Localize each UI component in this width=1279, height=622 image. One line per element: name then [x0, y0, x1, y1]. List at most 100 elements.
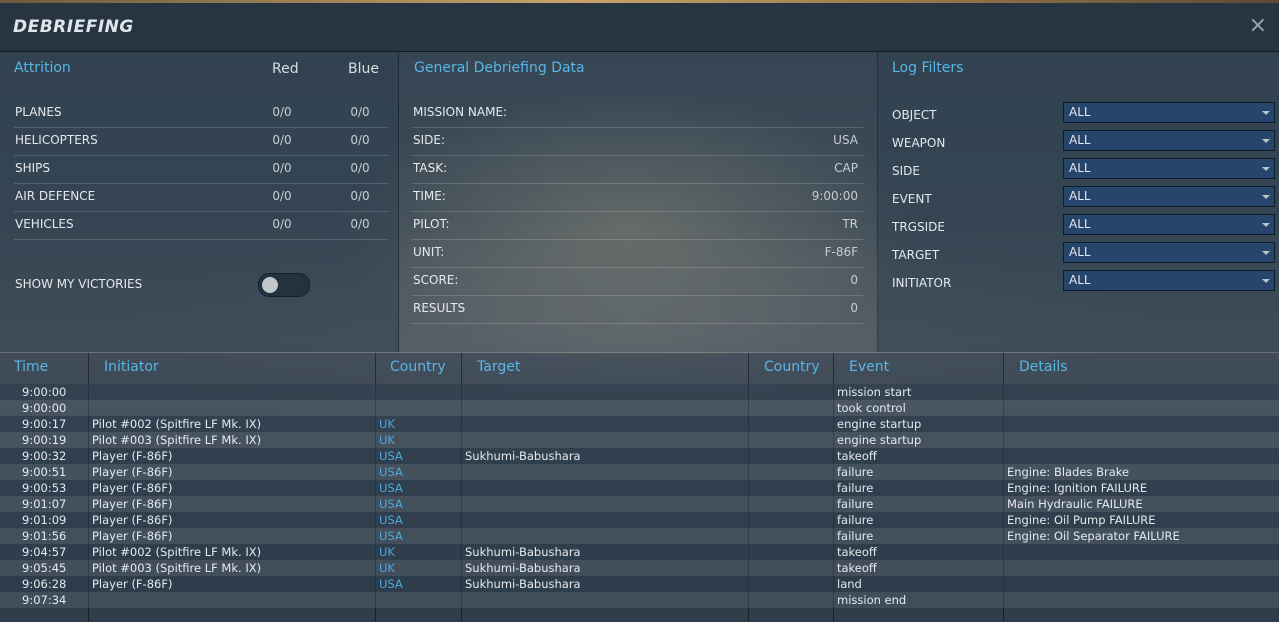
log-time-cell: 9:00:00	[22, 385, 67, 399]
log-event-cell: takeoff	[837, 561, 877, 575]
blue-column-header: Blue	[348, 61, 379, 77]
general-data-value: TR	[842, 217, 858, 231]
column-header-event[interactable]: Event	[849, 359, 889, 375]
table-row[interactable]: 9:00:32 Player (F-86F) USA Sukhumi-Babushar…	[0, 448, 1279, 464]
log-time-cell: 9:07:34	[22, 593, 67, 607]
log-target-cell: Sukhumi-Babushara	[465, 561, 581, 575]
table-row[interactable]: 9:00:19 Pilot #003 (Spitfire LF Mk. IX) UK…	[0, 432, 1279, 448]
blue-count: 0/0	[350, 217, 370, 231]
log-initiator-cell: Player (F-86F)	[92, 449, 173, 463]
filter-dropdown[interactable]: ALL	[1063, 270, 1275, 291]
log-event-cell: failure	[837, 529, 874, 543]
general-data-row: MISSION NAME:	[412, 100, 863, 128]
attrition-category-label: SHIPS	[15, 161, 51, 175]
red-count: 0/0	[272, 189, 292, 203]
general-data-label: TASK:	[413, 161, 448, 175]
table-row[interactable]: 9:00:00 mission start	[0, 384, 1279, 400]
log-event-cell: engine startup	[837, 417, 922, 431]
red-count: 0/0	[272, 105, 292, 119]
log-time-cell: 9:05:45	[22, 561, 67, 575]
log-event-cell: took control	[837, 401, 906, 415]
log-time-cell: 9:00:32	[22, 449, 67, 463]
log-event-cell: failure	[837, 481, 874, 495]
filter-label: TRGSIDE	[892, 220, 945, 234]
column-header-country[interactable]: Country	[390, 359, 446, 375]
log-initiator-cell: Pilot #002 (Spitfire LF Mk. IX)	[92, 417, 262, 431]
log-event-cell: engine startup	[837, 433, 922, 447]
attrition-category-label: VEHICLES	[15, 217, 74, 231]
filter-selected-value: ALL	[1069, 161, 1091, 175]
event-log-table: Time Initiator Country Target Country Ev…	[0, 353, 1279, 622]
title-bar: DEBRIEFING ×	[0, 3, 1279, 52]
general-data-row: TIME: 9:00:00	[412, 184, 863, 212]
blue-count: 0/0	[350, 105, 370, 119]
chevron-down-icon	[1262, 223, 1270, 227]
show-victories-label: SHOW MY VICTORIES	[15, 277, 143, 291]
log-time-cell: 9:00:53	[22, 481, 67, 495]
general-debriefing-panel: General Debriefing Data MISSION NAME: SID…	[399, 52, 878, 352]
log-details-cell: Engine: Oil Separator FAILURE	[1007, 529, 1180, 543]
log-time-cell: 9:06:28	[22, 577, 67, 591]
red-column-header: Red	[272, 61, 299, 77]
filter-row: SIDE ALL	[891, 158, 1275, 185]
log-country-cell: USA	[379, 513, 403, 527]
filter-selected-value: ALL	[1069, 133, 1091, 147]
table-row[interactable]: 9:00:53 Player (F-86F) USA failure Engine: I…	[0, 480, 1279, 496]
log-details-cell: Engine: Oil Pump FAILURE	[1007, 513, 1156, 527]
log-time-cell: 9:04:57	[22, 545, 67, 559]
general-data-value: CAP	[834, 161, 858, 175]
filter-dropdown[interactable]: ALL	[1063, 102, 1275, 123]
attrition-row: HELICOPTERS 0/0 0/0	[14, 128, 388, 156]
attrition-category-label: HELICOPTERS	[15, 133, 98, 147]
table-row[interactable]: 9:00:17 Pilot #002 (Spitfire LF Mk. IX) UK…	[0, 416, 1279, 432]
close-icon[interactable]: ×	[1249, 13, 1267, 39]
table-row[interactable]: 9:01:07 Player (F-86F) USA failure Main Hydr…	[0, 496, 1279, 512]
filter-dropdown[interactable]: ALL	[1063, 186, 1275, 207]
table-row[interactable]: 9:05:45 Pilot #003 (Spitfire LF Mk. IX) UK…	[0, 560, 1279, 576]
show-victories-toggle[interactable]	[258, 273, 310, 297]
column-header-target[interactable]: Target	[477, 359, 520, 375]
red-count: 0/0	[272, 217, 292, 231]
table-row[interactable]: 9:07:34 mission end	[0, 592, 1279, 608]
table-row[interactable]: 9:00:51 Player (F-86F) USA failure Engine: B…	[0, 464, 1279, 480]
chevron-down-icon	[1262, 167, 1270, 171]
filter-dropdown[interactable]: ALL	[1063, 214, 1275, 235]
log-filters-panel: Log Filters OBJECT ALL WEAPON ALL SIDE ALL EVE…	[878, 52, 1279, 352]
filter-dropdown[interactable]: ALL	[1063, 130, 1275, 151]
filter-dropdown[interactable]: ALL	[1063, 242, 1275, 263]
attrition-heading: Attrition	[14, 60, 71, 76]
table-row[interactable]: 9:01:09 Player (F-86F) USA failure Engine: O…	[0, 512, 1279, 528]
column-header-initiator[interactable]: Initiator	[104, 359, 159, 375]
attrition-category-label: PLANES	[15, 105, 62, 119]
log-filters-heading: Log Filters	[892, 60, 964, 76]
filter-row: WEAPON ALL	[891, 130, 1275, 157]
log-target-cell: Sukhumi-Babushara	[465, 545, 581, 559]
attrition-row: VEHICLES 0/0 0/0	[14, 212, 388, 240]
table-row[interactable]: 9:01:56 Player (F-86F) USA failure Engine: O…	[0, 528, 1279, 544]
toggle-knob	[262, 277, 278, 293]
log-initiator-cell: Pilot #003 (Spitfire LF Mk. IX)	[92, 561, 262, 575]
column-header-target-country[interactable]: Country	[764, 359, 820, 375]
table-row[interactable]: 9:00:00 took control	[0, 400, 1279, 416]
general-data-value: 0	[850, 301, 858, 315]
log-event-cell: failure	[837, 465, 874, 479]
attrition-row: SHIPS 0/0 0/0	[14, 156, 388, 184]
log-initiator-cell: Pilot #003 (Spitfire LF Mk. IX)	[92, 433, 262, 447]
attrition-panel: Attrition Red Blue PLANES 0/0 0/0 HELICOPTE…	[0, 52, 399, 352]
log-event-cell: takeoff	[837, 449, 877, 463]
table-row[interactable]: 9:06:28 Player (F-86F) USA Sukhumi-Babushar…	[0, 576, 1279, 592]
window-title: DEBRIEFING	[13, 17, 134, 37]
column-header-time[interactable]: Time	[14, 359, 48, 375]
filter-selected-value: ALL	[1069, 217, 1091, 231]
log-details-cell: Engine: Blades Brake	[1007, 465, 1130, 479]
log-time-cell: 9:01:09	[22, 513, 67, 527]
general-data-row: SCORE: 0	[412, 268, 863, 296]
log-initiator-cell: Player (F-86F)	[92, 481, 173, 495]
log-event-cell: land	[837, 577, 862, 591]
log-country-cell: USA	[379, 577, 403, 591]
chevron-down-icon	[1262, 195, 1270, 199]
table-row[interactable]: 9:04:57 Pilot #002 (Spitfire LF Mk. IX) UK…	[0, 544, 1279, 560]
column-header-details[interactable]: Details	[1019, 359, 1068, 375]
filter-dropdown[interactable]: ALL	[1063, 158, 1275, 179]
general-data-value: 0	[850, 273, 858, 287]
